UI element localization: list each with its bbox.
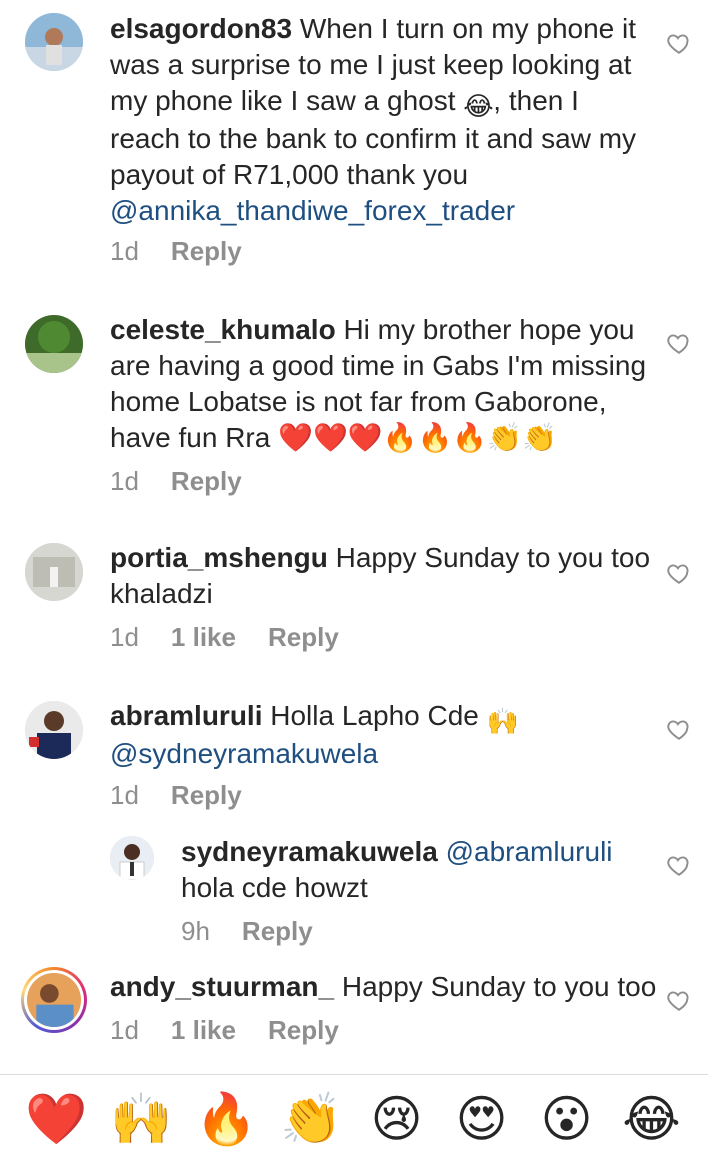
reply-button[interactable]: Reply: [268, 1015, 339, 1046]
avatar[interactable]: [25, 701, 83, 759]
mention-link[interactable]: @abramluruli: [446, 836, 613, 867]
quick-reaction-bar: ❤️ 🙌 🔥 👏 😢 😍 😮 😂: [0, 1075, 708, 1163]
like-heart-icon[interactable]: [666, 560, 692, 586]
mention-link[interactable]: @annika_thandiwe_forex_trader: [110, 195, 515, 226]
laughing-crying-emoji: 😂: [463, 91, 494, 121]
raising-hands-emoji: 🙌: [486, 706, 520, 736]
avatar[interactable]: [110, 836, 154, 880]
comment-username[interactable]: andy_stuurman_: [110, 971, 334, 1002]
comment-username[interactable]: celeste_khumalo: [110, 314, 336, 345]
like-heart-icon[interactable]: [666, 987, 692, 1013]
reply-text: hola cde howzt: [181, 872, 368, 903]
reaction-surprised-icon[interactable]: 😮: [535, 1089, 599, 1149]
reaction-raising-hands-icon[interactable]: 🙌: [110, 1089, 174, 1149]
emoji-sequence: ❤️❤️❤️🔥🔥🔥👏👏: [278, 422, 558, 453]
reply-button[interactable]: Reply: [268, 622, 339, 653]
reaction-clapping-icon[interactable]: 👏: [280, 1089, 344, 1149]
comment-username[interactable]: elsagordon83: [110, 13, 292, 44]
comment-username[interactable]: abramluruli: [110, 700, 262, 731]
comment-body: abramluruli Holla Lapho Cde 🙌 @sydneyram…: [110, 698, 660, 772]
like-heart-icon[interactable]: [666, 330, 692, 356]
comment-time: 1d: [110, 780, 139, 810]
comment-meta: 1d Reply: [110, 780, 242, 811]
likes-count[interactable]: 1 like: [171, 622, 236, 653]
likes-count[interactable]: 1 like: [171, 1015, 236, 1046]
like-heart-icon[interactable]: [666, 852, 692, 878]
comment-username[interactable]: portia_mshengu: [110, 542, 328, 573]
avatar[interactable]: [25, 315, 83, 373]
comment-meta: 1d 1 like Reply: [110, 622, 339, 653]
reaction-crying-icon[interactable]: 😢: [365, 1089, 429, 1149]
reply-button[interactable]: Reply: [171, 236, 242, 267]
reply-meta: 9h Reply: [181, 916, 313, 947]
comment-time: 1d: [110, 466, 139, 496]
avatar[interactable]: [25, 543, 83, 601]
comment-meta: 1d Reply: [110, 236, 242, 267]
reaction-heart-icon[interactable]: ❤️: [25, 1089, 89, 1149]
comment-body: portia_mshengu Happy Sunday to you too k…: [110, 540, 660, 612]
reply-username[interactable]: sydneyramakuwela: [181, 836, 438, 867]
like-heart-icon[interactable]: [666, 30, 692, 56]
comment-time: 1d: [110, 622, 139, 652]
avatar: [27, 973, 81, 1027]
comment-meta: 1d 1 like Reply: [110, 1015, 339, 1046]
reaction-heart-eyes-icon[interactable]: 😍: [450, 1089, 514, 1149]
comment-time: 1d: [110, 236, 139, 266]
reply-button[interactable]: Reply: [242, 916, 313, 947]
comment-body: andy_stuurman_ Happy Sunday to you too: [110, 969, 660, 1005]
comment-text: Holla Lapho Cde: [270, 700, 487, 731]
reply-time: 9h: [181, 916, 210, 946]
comment-meta: 1d Reply: [110, 466, 242, 497]
comment-time: 1d: [110, 1015, 139, 1045]
comment-body: elsagordon83 When I turn on my phone it …: [110, 11, 650, 229]
reaction-fire-icon[interactable]: 🔥: [195, 1089, 259, 1149]
story-ring[interactable]: [21, 967, 87, 1033]
reply-button[interactable]: Reply: [171, 466, 242, 497]
comment-body: celeste_khumalo Hi my brother hope you a…: [110, 312, 660, 456]
avatar[interactable]: [25, 13, 83, 71]
reply-body: sydneyramakuwela @abramluruli hola cde h…: [181, 834, 661, 906]
comment-text: Happy Sunday to you too: [341, 971, 657, 1002]
reaction-laughing-icon[interactable]: 😂: [620, 1089, 684, 1149]
mention-link[interactable]: @sydneyramakuwela: [110, 738, 378, 769]
reply-button[interactable]: Reply: [171, 780, 242, 811]
like-heart-icon[interactable]: [666, 716, 692, 742]
